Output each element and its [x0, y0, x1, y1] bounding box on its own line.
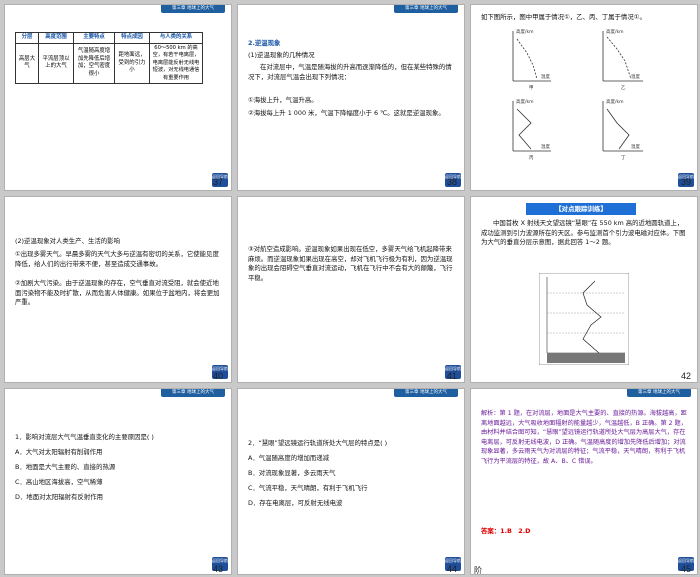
- option-a[interactable]: A．大气对太阳辐射有削弱作用: [15, 448, 102, 458]
- x-axis-label: 温度: [631, 143, 640, 150]
- table-cell: 高层大气: [15, 42, 39, 84]
- slide-number: 45: [681, 564, 692, 574]
- text-paragraph: 中国首枚 X 射线天文望远镜“慧眼”在 550 km 高的近地圆轨道上，成功监测…: [481, 219, 686, 246]
- slide-number: 43: [213, 564, 224, 574]
- option-a[interactable]: A．气温随高度的增加而递减: [248, 454, 329, 464]
- col-header: 特点成因: [114, 32, 150, 44]
- practice-title: 【对点跟踪训练】: [526, 203, 636, 215]
- slide-number: 37: [213, 177, 224, 187]
- explanation-text: 解析：第 1 题，在对流层，地面是大气主要的、直接的热源。海拔越高，距离地面越远…: [481, 410, 687, 465]
- slide-number: 40: [213, 371, 224, 381]
- x-axis-label: 温度: [541, 73, 550, 80]
- x-axis-label: 温度: [541, 143, 550, 150]
- slide-43[interactable]: 第三章 地球上的大气 1．影响对流层大气气温垂直变化的主要原因是( ) A．大气…: [5, 389, 231, 574]
- atmosphere-layer-diagram: [539, 273, 629, 365]
- inversion-diagrams: 高度/km 高度/km 高度/km 高度/km 温度 温度 温度 温度 甲 乙 …: [512, 28, 643, 161]
- slide-40[interactable]: (2)逆温现象对人类生产、生活的影响 ①出现多雾天气。早晨多雾的天气大多与逆温有…: [5, 197, 231, 382]
- y-axis-label: 高度/km: [516, 98, 534, 105]
- slide-44[interactable]: 第三章 地球上的大气 2．“慧眼”望远镜运行轨道所处大气层的特点是( ) A．气…: [238, 389, 464, 574]
- y-axis-label: 高度/km: [606, 98, 624, 105]
- slide-39[interactable]: 如下图所示，图中甲属于情况①，乙、丙、丁属于情况①。 高度/km 高度/km 高…: [471, 5, 697, 190]
- text-paragraph: ①出现多雾天气。早晨多雾的天气大多与逆温有密切的关系，它使能见度降低，给人们的出…: [15, 250, 219, 268]
- option-b[interactable]: B．地面是大气主要的、直接的热源: [15, 463, 115, 473]
- slide-number: 38: [447, 177, 458, 187]
- slide-header: 第三章 地球上的大气: [394, 5, 458, 13]
- option-d[interactable]: D．地面对太阳辐射有反射作用: [15, 493, 103, 503]
- slide-38[interactable]: 第三章 地球上的大气 2.逆温现象 (1)逆温现象的几种情况 在对流层中，气温是…: [238, 5, 464, 190]
- text-line: (2)逆温现象对人类生产、生活的影响: [15, 237, 120, 245]
- col-header: 分层: [15, 32, 39, 44]
- diagram-name: 丁: [621, 155, 626, 161]
- question-stem: 2．“慧眼”望远镜运行轨道所处大气层的特点是( ): [248, 439, 388, 447]
- slide-45[interactable]: 第三章 地球上的大气 解析：第 1 题，在对流层，地面是大气主要的、直接的热源。…: [471, 389, 697, 574]
- section-title: 2.逆温现象: [248, 39, 281, 47]
- col-header: 与人类的关系: [149, 32, 203, 44]
- col-header: 主要特点: [73, 32, 115, 44]
- atmosphere-table: 分层 高度范围 主要特点 特点成因 与人类的关系 高层大气 平流层顶以上的大气 …: [15, 32, 203, 84]
- option-b[interactable]: B．对流现象显著，多云雨天气: [248, 469, 335, 479]
- text-paragraph: ③对航空造成影响。逆温现象如果出现在低空，多雾天气给飞机起降带来麻烦。而逆温现象…: [248, 245, 453, 282]
- slide-number: 41: [447, 371, 458, 381]
- slide-37[interactable]: 第三章 地球上的大气 分层 高度范围 主要特点 特点成因 与人类的关系 高层大气…: [5, 5, 231, 190]
- footer-label: 阶: [474, 566, 482, 575]
- slide-header: 第三章 地球上的大气: [161, 5, 225, 13]
- question-stem: 1．影响对流层大气气温垂直变化的主要原因是( ): [15, 433, 154, 441]
- text-line: (1)逆温现象的几种情况: [248, 51, 315, 59]
- slide-number: 39: [681, 177, 692, 187]
- diagram-name: 乙: [621, 84, 626, 91]
- text-line: ①海拔上升，气温升高。: [248, 96, 318, 104]
- table-cell: 平流层顶以上的大气: [38, 42, 74, 84]
- y-axis-label: 高度/km: [516, 28, 534, 35]
- slide-header: 第三章 地球上的大气: [161, 389, 225, 397]
- option-c[interactable]: C．气流平稳，天气晴朗，有利于飞机飞行: [248, 484, 368, 494]
- table-cell: 气温随高度增加先降低后增加；空气密度很小: [73, 42, 115, 84]
- option-c[interactable]: C．高山地区海拔高，空气稀薄: [15, 478, 103, 488]
- option-d[interactable]: D．存在电离层，可反射无线电波: [248, 499, 342, 509]
- col-header: 高度范围: [38, 32, 74, 44]
- y-axis-label: 高度/km: [606, 28, 624, 35]
- slide-42[interactable]: 【对点跟踪训练】 中国首枚 X 射线天文望远镜“慧眼”在 550 km 高的近地…: [471, 197, 697, 382]
- slide-header: 第三章 地球上的大气: [394, 389, 458, 397]
- answer-text: 答案：1.B 2.D: [481, 527, 531, 535]
- slide-number: 42: [681, 371, 692, 381]
- slide-header: 第三章 地球上的大气: [627, 389, 691, 397]
- diagram-name: 丙: [529, 155, 534, 161]
- slide-number: 44: [447, 564, 458, 574]
- table-cell: 距地面远，受到的引力小: [114, 42, 150, 84]
- x-axis-label: 温度: [631, 73, 640, 80]
- slide-41[interactable]: ③对航空造成影响。逆温现象如果出现在低空，多雾天气给飞机起降带来麻烦。而逆温现象…: [238, 197, 464, 382]
- table-cell: 60～500 km 的高空，有若干电离层，电离层能反射无线电短波，对无线电通信有…: [149, 42, 203, 84]
- text-line: ②海拔每上升 1 000 米，气温下降幅度小于 6 ℃。这就是逆温现象。: [248, 109, 445, 117]
- text-paragraph: 在对流层中，气温是随海拔的升高而逐渐降低的，但在某些特殊的情况下，对流层气温会出…: [248, 63, 452, 81]
- text-paragraph: ②加剧大气污染。由于逆温现象的存在，空气垂直对流受阻，就会使近地面污染物不能及时…: [15, 279, 220, 306]
- diagram-name: 甲: [529, 85, 534, 91]
- intro-text: 如下图所示，图中甲属于情况①，乙、丙、丁属于情况①。: [481, 13, 646, 21]
